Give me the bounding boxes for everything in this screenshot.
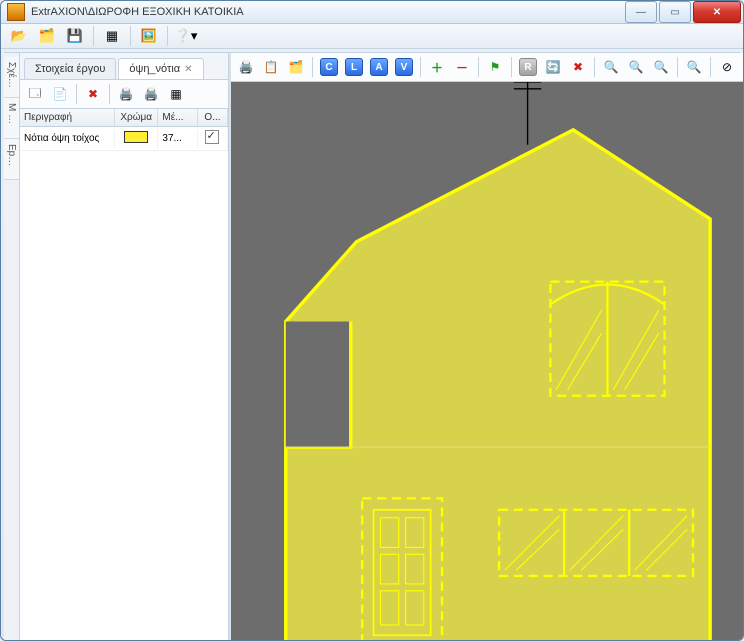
vtab-3[interactable]: Εp…	[4, 139, 19, 180]
refresh-icon[interactable]: 🔄	[542, 56, 564, 78]
print-icon[interactable]: 🖨️	[115, 83, 137, 105]
vtab-2[interactable]: Μ …	[4, 98, 19, 139]
v-mode-button[interactable]: V	[393, 56, 415, 78]
l-mode-button[interactable]: L	[343, 56, 365, 78]
app-icon	[7, 3, 25, 21]
tab-view[interactable]: όψη_νότια ✕	[118, 58, 203, 79]
app-window: ExtrAXION\ΔΙΩΡΟΦΗ ΕΞΟΧΙΚΗ ΚΑΤΟΙΚΙΑ — ▭ ✕…	[0, 0, 744, 641]
panel-toolbar: 🗔 📄 ✖ 🖨️ 🖨️ ▦	[20, 80, 228, 109]
minimize-button[interactable]: —	[625, 1, 657, 23]
save-icon[interactable]: 💾	[63, 24, 87, 48]
window-title: ExtrAXION\ΔΙΩΡΟΦΗ ΕΞΟΧΙΚΗ ΚΑΤΟΙΚΙΑ	[31, 6, 623, 18]
r-badge-button[interactable]: R	[517, 56, 539, 78]
tab-view-label: όψη_νότια	[129, 63, 180, 75]
vtab-1[interactable]: Σχέ…	[4, 57, 19, 98]
layers-icon[interactable]: 🗂️	[285, 56, 307, 78]
titlebar: ExtrAXION\ΔΙΩΡΟΦΗ ΕΞΟΧΙΚΗ ΚΑΤΟΙΚΙΑ — ▭ ✕	[1, 1, 743, 24]
lower-windows	[499, 510, 693, 576]
flag-icon[interactable]: ⚑	[484, 56, 506, 78]
viewer-toolbar: 🖨️ 📋 🗂️ C L A V ＋ － ⚑ R 🔄 ✖ 🔍 🔍	[231, 53, 744, 82]
table-row[interactable]: Νότια όψη τοίχος 37...	[20, 127, 228, 151]
help-icon[interactable]: ❔▾	[174, 24, 198, 48]
col-color[interactable]: Χρώμα	[115, 109, 158, 126]
left-panel: Στοιχεία έργου όψη_νότια ✕ 🗔 📄 ✖ 🖨️ 🖨️ ▦	[20, 53, 229, 641]
print-drawing-icon[interactable]: 🖨️	[235, 56, 257, 78]
add-icon[interactable]: ＋	[426, 56, 448, 78]
cancel-icon[interactable]: ✖	[567, 56, 589, 78]
zoom-extents-icon[interactable]: 🔍	[683, 56, 705, 78]
door	[362, 498, 442, 641]
layout-icon[interactable]: 🖼️	[137, 24, 161, 48]
grid-header: Περιγραφή Χρώμα Μέ... O...	[20, 109, 228, 127]
tab-project[interactable]: Στοιχεία έργου	[24, 58, 116, 79]
zoom-out-icon[interactable]: 🔍	[625, 56, 647, 78]
exclude-icon[interactable]: ⊘	[716, 56, 738, 78]
drawing-canvas[interactable]	[231, 82, 744, 641]
cell-o	[198, 127, 228, 150]
vertical-tabs: Σχέ… Μ … Εp…	[4, 53, 20, 641]
tab-close-icon[interactable]: ✕	[184, 64, 192, 75]
cell-color	[115, 128, 158, 149]
a-mode-button[interactable]: A	[368, 56, 390, 78]
delete-icon[interactable]: ✖	[82, 83, 104, 105]
print-preview-icon[interactable]: 🖨️	[140, 83, 162, 105]
col-desc[interactable]: Περιγραφή	[20, 109, 115, 126]
checkbox-checked-icon[interactable]	[205, 130, 219, 144]
maximize-button[interactable]: ▭	[659, 1, 691, 23]
open-icon[interactable]: 📂	[7, 24, 31, 48]
grid-icon[interactable]: ▦	[100, 24, 124, 48]
folder-icon[interactable]: 🗂️	[35, 24, 59, 48]
zoom-in-icon[interactable]: 🔍	[600, 56, 622, 78]
close-button[interactable]: ✕	[693, 1, 741, 23]
cell-desc: Νότια όψη τοίχος	[20, 130, 115, 147]
upper-window	[550, 282, 664, 396]
document-tabs: Στοιχεία έργου όψη_νότια ✕	[20, 53, 228, 80]
col-meas[interactable]: Μέ...	[158, 109, 198, 126]
drawing-viewer: 🖨️ 📋 🗂️ C L A V ＋ － ⚑ R 🔄 ✖ 🔍 🔍	[231, 53, 744, 641]
window-icon[interactable]: 🗔	[24, 83, 46, 105]
properties-grid: Περιγραφή Χρώμα Μέ... O... Νότια όψη τοί…	[20, 109, 228, 641]
zoom-window-icon[interactable]: 🔍	[650, 56, 672, 78]
clipboard-icon[interactable]: 📋	[260, 56, 282, 78]
cell-meas: 37...	[158, 130, 198, 147]
col-o[interactable]: O...	[198, 109, 228, 126]
table-icon[interactable]: ▦	[165, 83, 187, 105]
content-area: Σχέ… Μ … Εp… Στοιχεία έργου όψη_νότια ✕ …	[4, 52, 740, 641]
copy-icon[interactable]: 📄	[49, 83, 71, 105]
subtract-icon[interactable]: －	[451, 56, 473, 78]
color-swatch[interactable]	[124, 131, 148, 143]
main-toolbar: 📂 🗂️ 💾 ▦ 🖼️ ❔▾	[1, 24, 743, 49]
tab-project-label: Στοιχεία έργου	[35, 63, 105, 75]
c-mode-button[interactable]: C	[318, 56, 340, 78]
